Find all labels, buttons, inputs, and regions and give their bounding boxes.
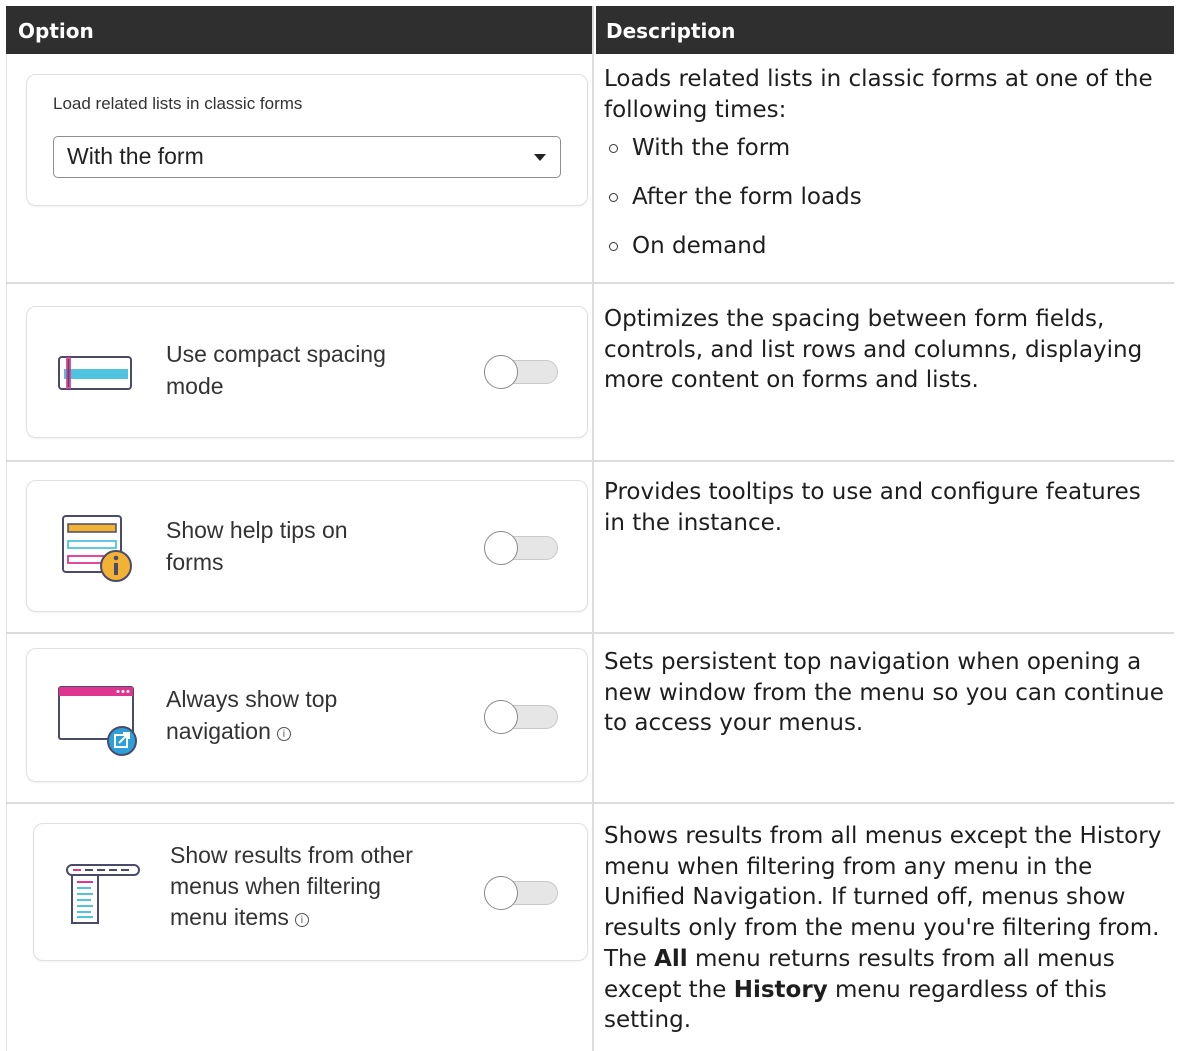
description-cell: Provides tooltips to use and configure f… bbox=[596, 462, 1174, 632]
option-cell: Load related lists in classic forms With… bbox=[6, 54, 594, 282]
label-line: forms bbox=[166, 549, 224, 575]
help-tips-card: Show help tips on forms bbox=[26, 480, 588, 612]
compact-spacing-icon bbox=[58, 356, 132, 390]
description-cell: Shows results from all menus except the … bbox=[596, 804, 1174, 1051]
desc-intro: Loads related lists in classic forms at … bbox=[604, 66, 1153, 123]
label-line: navigation bbox=[166, 718, 271, 744]
row-top-navigation: Always show top navigation i Sets persist… bbox=[6, 634, 1174, 802]
description-cell: Optimizes the spacing between form field… bbox=[596, 284, 1174, 460]
menu-results-label: Show results from other menus when filte… bbox=[170, 840, 413, 933]
menu-results-card: Show results from other menus when filte… bbox=[33, 823, 588, 961]
select-value: With the form bbox=[67, 143, 204, 169]
row-help-tips: Show help tips on forms Provides tooltip… bbox=[6, 462, 1174, 632]
description-cell: Sets persistent top navigation when open… bbox=[596, 634, 1174, 802]
label-line: Always show top bbox=[166, 686, 338, 712]
label-line: mode bbox=[166, 373, 224, 399]
label-line: Show help tips on bbox=[166, 517, 348, 543]
menu-results-icon bbox=[66, 864, 140, 924]
desc-bold-all: All bbox=[654, 945, 688, 972]
top-navigation-icon bbox=[58, 686, 137, 756]
toggle-knob bbox=[484, 700, 518, 734]
chevron-down-icon bbox=[534, 154, 546, 161]
top-navigation-card: Always show top navigation i bbox=[26, 648, 588, 782]
compact-spacing-label: Use compact spacing mode bbox=[166, 338, 386, 402]
load-time-options: With the form After the form loads On de… bbox=[604, 133, 1168, 280]
compact-spacing-toggle[interactable] bbox=[484, 355, 558, 389]
option-cell: Show help tips on forms bbox=[6, 462, 594, 632]
label-line: menu items bbox=[170, 904, 289, 930]
top-navigation-desc: Sets persistent top navigation when open… bbox=[604, 649, 1164, 736]
list-item: With the form bbox=[604, 133, 1168, 182]
select-label: Load related lists in classic forms bbox=[53, 94, 303, 113]
compact-spacing-card: Use compact spacing mode bbox=[26, 306, 588, 438]
list-item: After the form loads bbox=[604, 182, 1168, 231]
header-option: Option bbox=[6, 6, 594, 54]
help-tips-label: Show help tips on forms bbox=[166, 514, 348, 578]
option-cell: Show results from other menus when filte… bbox=[6, 804, 594, 1051]
label-line: menus when filtering bbox=[170, 873, 381, 899]
settings-table: Option Description Load related lists in… bbox=[6, 6, 1174, 1051]
menu-results-desc: Shows results from all menus except the … bbox=[604, 821, 1168, 1036]
help-tips-icon bbox=[62, 515, 132, 582]
toggle-knob bbox=[484, 355, 518, 389]
row-menu-results: Show results from other menus when filte… bbox=[6, 804, 1174, 1051]
list-item: On demand bbox=[604, 231, 1168, 280]
header-description: Description bbox=[596, 6, 1174, 54]
info-icon[interactable]: i bbox=[294, 913, 309, 927]
label-line: Use compact spacing bbox=[166, 341, 386, 367]
top-navigation-toggle[interactable] bbox=[484, 700, 558, 734]
toggle-knob bbox=[484, 876, 518, 910]
info-icon[interactable]: i bbox=[276, 727, 291, 741]
row-related-lists: Load related lists in classic forms With… bbox=[6, 54, 1174, 282]
top-navigation-label: Always show top navigation i bbox=[166, 683, 337, 747]
label-line-with-info: navigation i bbox=[166, 715, 337, 747]
related-lists-select[interactable]: With the form bbox=[53, 136, 561, 178]
option-cell: Always show top navigation i bbox=[6, 634, 594, 802]
menu-results-toggle[interactable] bbox=[484, 876, 558, 910]
help-tips-desc: Provides tooltips to use and configure f… bbox=[604, 479, 1141, 536]
label-line: Show results from other bbox=[170, 842, 413, 868]
desc-bold-history: History bbox=[733, 976, 828, 1003]
row-compact-spacing: Use compact spacing mode Optimizes the s… bbox=[6, 284, 1174, 460]
compact-spacing-desc: Optimizes the spacing between form field… bbox=[604, 306, 1143, 393]
related-lists-card: Load related lists in classic forms With… bbox=[26, 74, 588, 206]
option-cell: Use compact spacing mode bbox=[6, 284, 594, 460]
toggle-knob bbox=[484, 531, 518, 565]
description-cell: Loads related lists in classic forms at … bbox=[596, 54, 1174, 282]
label-line-with-info: menu items i bbox=[170, 902, 413, 933]
help-tips-toggle[interactable] bbox=[484, 531, 558, 565]
